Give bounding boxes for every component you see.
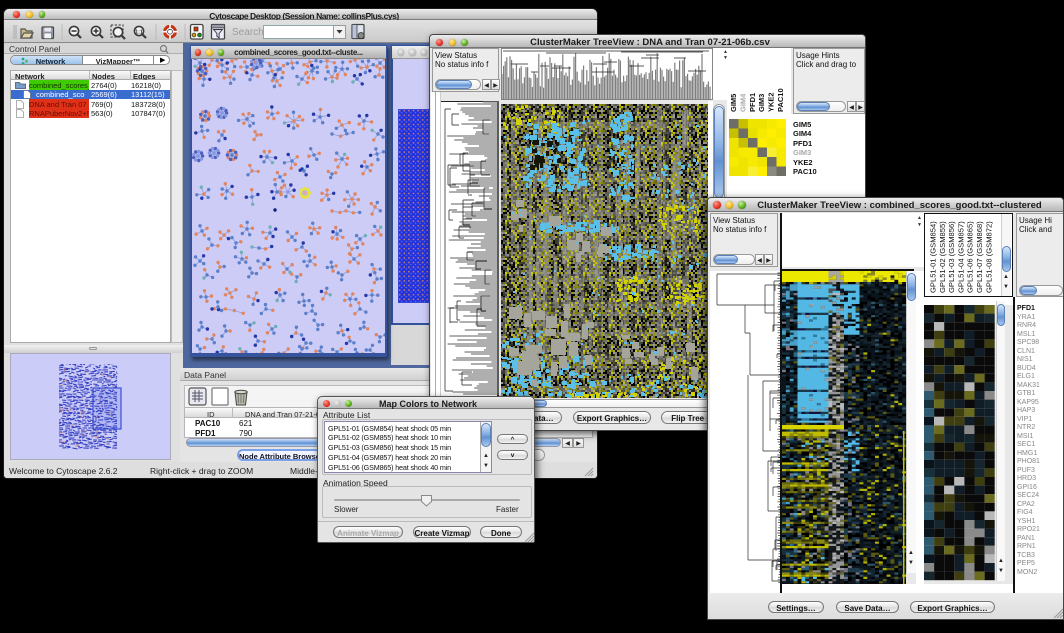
svg-text:GIM4: GIM4: [738, 93, 747, 112]
svg-text:GPL51-04 (GSM857): GPL51-04 (GSM857): [956, 221, 965, 293]
svg-text:Search:: Search:: [232, 27, 266, 38]
svg-text:GPL51-03 (GSM856): GPL51-03 (GSM856): [947, 221, 956, 293]
svg-text:GPL51-07 (GSM868): GPL51-07 (GSM868): [975, 221, 984, 293]
svg-text:GIM3: GIM3: [757, 94, 766, 112]
svg-text:GPL51-01 (GSM854): GPL51-01 (GSM854): [929, 221, 938, 293]
svg-text:GPL51-06 (GSM865): GPL51-06 (GSM865): [966, 221, 975, 293]
svg-text:GPL51-08 (GSM872): GPL51-08 (GSM872): [984, 221, 993, 293]
svg-text:PAC10: PAC10: [776, 88, 785, 112]
svg-text:GIM5: GIM5: [729, 94, 738, 112]
svg-text:PFD1: PFD1: [748, 93, 757, 112]
svg-text:GPL51-02 (GSM855): GPL51-02 (GSM855): [938, 221, 947, 293]
svg-text:YKE2: YKE2: [767, 92, 776, 112]
svg-text:1:1: 1:1: [135, 29, 143, 35]
